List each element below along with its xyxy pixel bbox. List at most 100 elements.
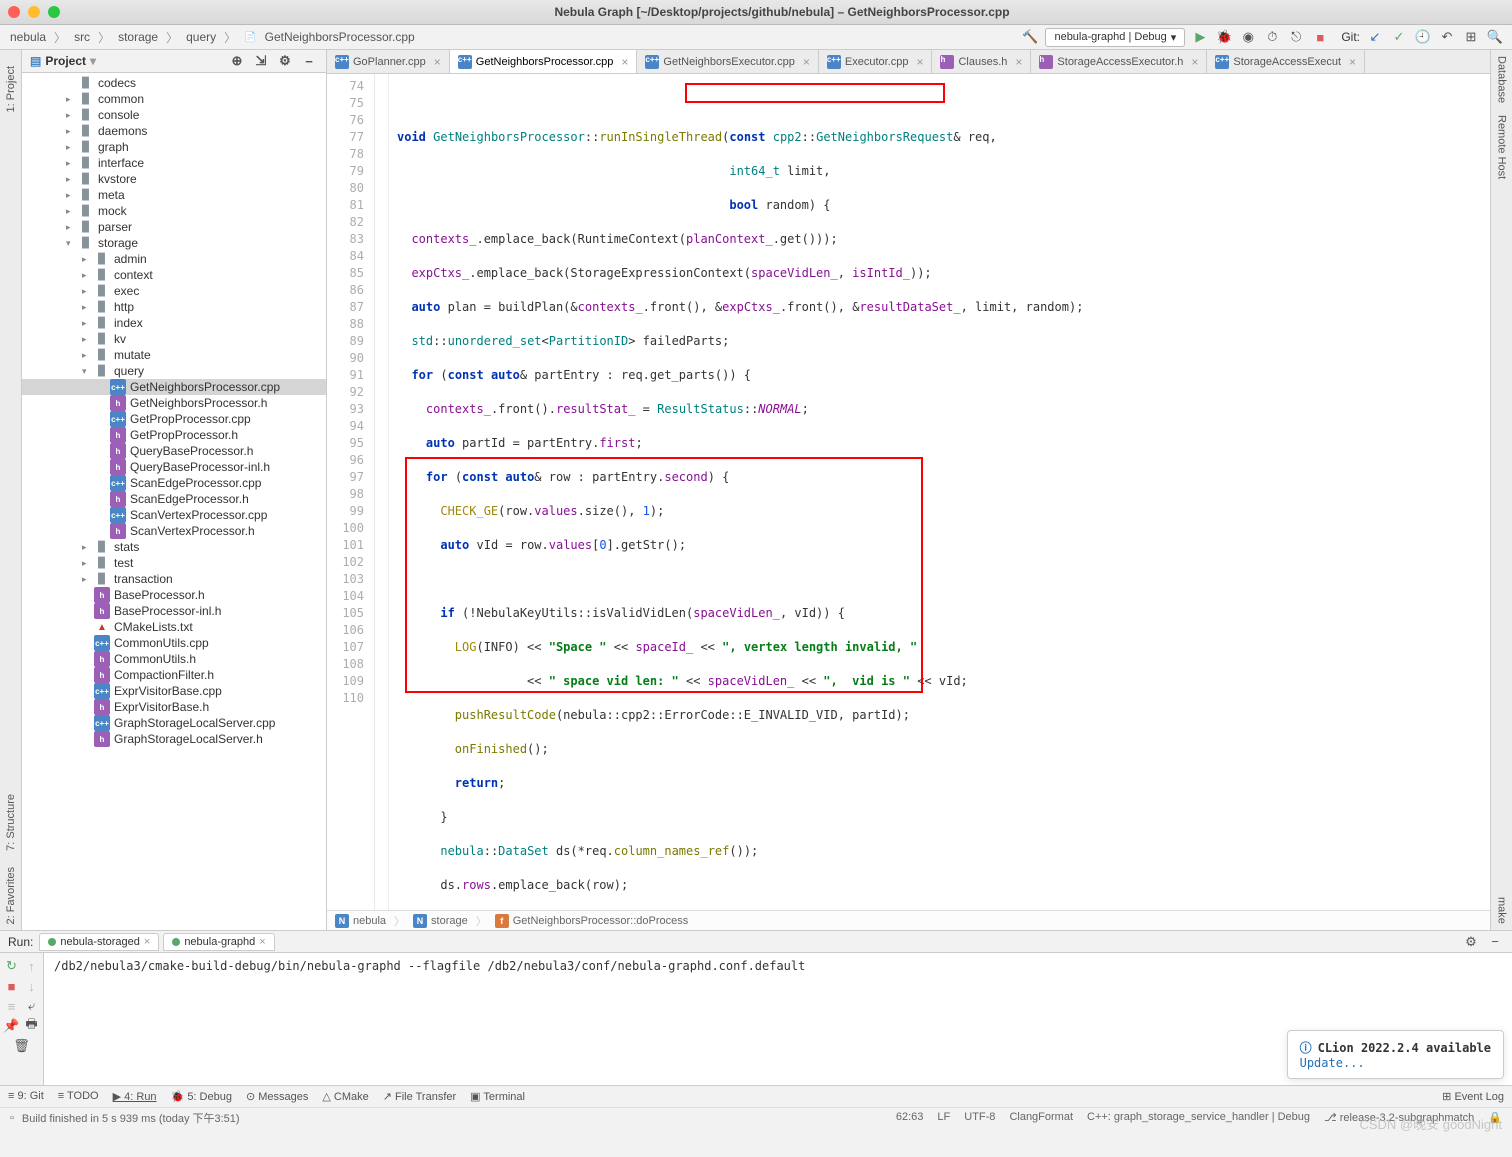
close-tab-icon[interactable]: × — [1349, 55, 1356, 69]
bottom-tab[interactable]: 🐞 5: Debug — [171, 1090, 232, 1103]
make-tool-tab[interactable]: make — [1494, 891, 1510, 930]
select-target-icon[interactable]: ⊕ — [228, 52, 246, 70]
bottom-tab[interactable]: ≡ TODO — [58, 1090, 99, 1103]
database-tool-tab[interactable]: Database — [1494, 50, 1510, 109]
run-configuration-select[interactable]: nebula-graphd | Debug ▾ — [1045, 28, 1185, 47]
coverage-icon[interactable]: ◉ — [1239, 28, 1257, 46]
tree-item[interactable]: hGetNeighborsProcessor.h — [22, 395, 326, 411]
git-commit-icon[interactable]: ✓ — [1390, 28, 1408, 46]
tree-item[interactable]: ▸▉exec — [22, 283, 326, 299]
bottom-tab[interactable]: △ CMake — [322, 1090, 368, 1103]
tree-item[interactable]: ▸▉common — [22, 91, 326, 107]
tree-item[interactable]: ▉codecs — [22, 75, 326, 91]
maximize-window-icon[interactable] — [48, 6, 60, 18]
close-tab-icon[interactable]: × — [434, 55, 441, 69]
tree-item[interactable]: ▸▉parser — [22, 219, 326, 235]
run-tab[interactable]: nebula-graphd × — [163, 933, 274, 951]
tree-item[interactable]: ▲CMakeLists.txt — [22, 619, 326, 635]
hide-run-panel-icon[interactable]: − — [1486, 933, 1504, 951]
tree-item[interactable]: ▾▉storage — [22, 235, 326, 251]
close-tab-icon[interactable]: × — [1191, 55, 1198, 69]
tree-item[interactable]: ▸▉stats — [22, 539, 326, 555]
up-icon[interactable]: ↑ — [23, 957, 41, 975]
hide-panel-icon[interactable]: − — [300, 52, 318, 70]
breadcrumb-item[interactable]: src — [72, 30, 92, 44]
close-tab-icon[interactable]: × — [1015, 55, 1022, 69]
tree-item[interactable]: c++CommonUtils.cpp — [22, 635, 326, 651]
tree-item[interactable]: c++GetPropProcessor.cpp — [22, 411, 326, 427]
tree-item[interactable]: hQueryBaseProcessor-inl.h — [22, 459, 326, 475]
code-editor[interactable]: 7475767778798081828384858687888990919293… — [327, 74, 1490, 910]
chevron-down-icon[interactable]: ▾ — [90, 54, 96, 68]
close-tab-icon[interactable]: × — [916, 55, 923, 69]
close-window-icon[interactable] — [8, 6, 20, 18]
tree-item[interactable]: ▸▉interface — [22, 155, 326, 171]
breadcrumb-item[interactable]: query — [184, 30, 218, 44]
tree-item[interactable]: c++ExprVisitorBase.cpp — [22, 683, 326, 699]
close-tab-icon[interactable]: × — [803, 55, 810, 69]
pin-icon[interactable]: 📌 — [3, 1017, 21, 1035]
expand-all-icon[interactable]: ⇲ — [252, 52, 270, 70]
debug-icon[interactable]: 🐞 — [1215, 28, 1233, 46]
line-ending[interactable]: LF — [937, 1111, 950, 1124]
error-stripe[interactable] — [1488, 74, 1490, 910]
wrap-icon[interactable]: ⤶ — [23, 997, 41, 1015]
tree-item[interactable]: c++GraphStorageLocalServer.cpp — [22, 715, 326, 731]
compile-context[interactable]: C++: graph_storage_service_handler | Deb… — [1087, 1111, 1310, 1124]
tree-item[interactable]: hBaseProcessor.h — [22, 587, 326, 603]
gear-icon[interactable]: ⚙ — [276, 52, 294, 70]
pause-icon[interactable]: ≡ — [3, 997, 21, 1015]
git-history-icon[interactable]: 🕘 — [1414, 28, 1432, 46]
event-log-button[interactable]: ⊞ Event Log — [1442, 1090, 1504, 1103]
bottom-tab[interactable]: ⊙ Messages — [246, 1090, 308, 1103]
run-icon[interactable]: ▶ — [1191, 28, 1209, 46]
gear-icon[interactable]: ⚙ — [1462, 933, 1480, 951]
tree-item[interactable]: ▸▉kvstore — [22, 171, 326, 187]
tree-item[interactable]: c++ScanVertexProcessor.cpp — [22, 507, 326, 523]
breadcrumb-item[interactable]: storage — [116, 30, 160, 44]
print-icon[interactable]: 🖶 — [23, 1017, 41, 1035]
stop-run-icon[interactable]: ■ — [3, 977, 21, 995]
structure-tool-tab[interactable]: 7: Structure — [3, 788, 19, 857]
tree-item[interactable]: ▾▉query — [22, 363, 326, 379]
trash-icon[interactable]: 🗑 — [13, 1037, 31, 1055]
code-content[interactable]: void GetNeighborsProcessor::runInSingleT… — [389, 74, 1490, 910]
tree-item[interactable]: hScanVertexProcessor.h — [22, 523, 326, 539]
formatter[interactable]: ClangFormat — [1009, 1111, 1073, 1124]
editor-tab[interactable]: c++StorageAccessExecut× — [1207, 50, 1365, 73]
tree-item[interactable]: ▸▉mock — [22, 203, 326, 219]
bottom-tab[interactable]: ▶ 4: Run — [113, 1090, 157, 1103]
code-breadcrumb-item[interactable]: Nnebula — [335, 914, 386, 928]
git-revert-icon[interactable]: ↶ — [1438, 28, 1456, 46]
code-breadcrumb[interactable]: Nnebula〉Nstorage〉fGetNeighborsProcessor:… — [327, 910, 1490, 930]
tree-item[interactable]: ▸▉console — [22, 107, 326, 123]
tree-item[interactable]: hQueryBaseProcessor.h — [22, 443, 326, 459]
tree-item[interactable]: ▸▉context — [22, 267, 326, 283]
tree-item[interactable]: ▸▉daemons — [22, 123, 326, 139]
editor-tab[interactable]: c++Executor.cpp× — [819, 50, 933, 73]
tool-window-toggle-icon[interactable]: ▫ — [10, 1112, 14, 1124]
tree-item[interactable]: hCommonUtils.h — [22, 651, 326, 667]
close-tab-icon[interactable]: × — [621, 55, 628, 69]
tree-item[interactable]: hCompactionFilter.h — [22, 667, 326, 683]
editor-tab[interactable]: c++GetNeighborsExecutor.cpp× — [637, 50, 818, 73]
git-branch[interactable]: ⎇ release-3.2-subgraphmatch — [1324, 1111, 1474, 1124]
bottom-tab[interactable]: ≡ 9: Git — [8, 1090, 44, 1103]
tree-item[interactable]: ▸▉admin — [22, 251, 326, 267]
breadcrumb[interactable]: nebula〉src〉storage〉query〉📄 GetNeighborsP… — [8, 29, 417, 46]
tree-item[interactable]: hGetPropProcessor.h — [22, 427, 326, 443]
bottom-tab[interactable]: ↗ File Transfer — [383, 1090, 456, 1103]
tree-item[interactable]: ▸▉meta — [22, 187, 326, 203]
tree-item[interactable]: hBaseProcessor-inl.h — [22, 603, 326, 619]
code-breadcrumb-item[interactable]: Nstorage — [413, 914, 468, 928]
ide-settings-icon[interactable]: ⊞ — [1462, 28, 1480, 46]
down-icon[interactable]: ↓ — [23, 977, 41, 995]
build-icon[interactable]: 🔨 — [1021, 28, 1039, 46]
tree-item[interactable]: hScanEdgeProcessor.h — [22, 491, 326, 507]
favorites-tool-tab[interactable]: 2: Favorites — [3, 861, 19, 930]
tree-item[interactable]: c++GetNeighborsProcessor.cpp — [22, 379, 326, 395]
editor-tab[interactable]: hStorageAccessExecutor.h× — [1031, 50, 1207, 73]
tree-item[interactable]: ▸▉index — [22, 315, 326, 331]
breadcrumb-item[interactable]: GetNeighborsProcessor.cpp — [263, 30, 417, 44]
git-update-icon[interactable]: ↙ — [1366, 28, 1384, 46]
